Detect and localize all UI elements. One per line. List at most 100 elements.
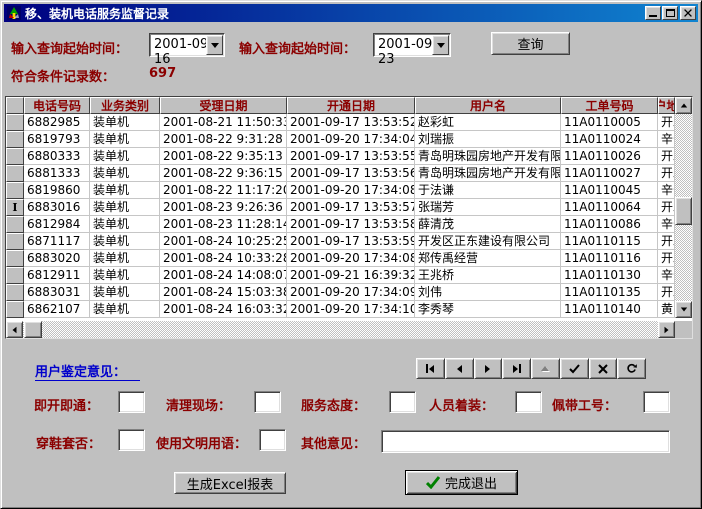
vertical-scrollbar[interactable] <box>675 97 692 318</box>
polite-language-input[interactable] <box>259 429 286 451</box>
cell-order_no[interactable]: 11A0110026 <box>561 148 658 165</box>
nav-next-button[interactable] <box>474 358 503 379</box>
cell-accept_date[interactable]: 2001-08-22 11:17:20 <box>160 182 287 199</box>
cell-accept_date[interactable]: 2001-08-22 9:31:28 <box>160 131 287 148</box>
cell-open_date[interactable]: 2001-09-17 13:53:58 <box>287 216 415 233</box>
cell-user[interactable]: 赵彩虹 <box>415 114 561 131</box>
cell-order_no[interactable]: 11A0110045 <box>561 182 658 199</box>
cell-order_no[interactable]: 11A0110130 <box>561 267 658 284</box>
cell-user[interactable]: 王兆桥 <box>415 267 561 284</box>
cell-area[interactable]: 开发 <box>658 233 675 250</box>
end-date-dropdown-button[interactable] <box>432 35 449 55</box>
cell-area[interactable]: 辛安 <box>658 267 675 284</box>
user-appraisal-link[interactable]: 用户鉴定意见： <box>35 361 140 381</box>
dress-input[interactable] <box>515 391 542 413</box>
start-date-combobox[interactable]: 2001-09-16 <box>149 33 225 57</box>
cell-area[interactable]: 开发 <box>658 148 675 165</box>
cell-area[interactable]: 开发 <box>658 114 675 131</box>
cell-category[interactable]: 装单机 <box>90 216 160 233</box>
cell-category[interactable]: 装单机 <box>90 131 160 148</box>
scroll-up-button[interactable] <box>675 97 692 114</box>
cell-open_date[interactable]: 2001-09-17 13:53:59 <box>287 233 415 250</box>
cell-open_date[interactable]: 2001-09-17 13:53:52 <box>287 114 415 131</box>
cell-order_no[interactable]: 11A0110064 <box>561 199 658 216</box>
cell-phone[interactable]: 6812911 <box>24 267 90 284</box>
cell-phone[interactable]: 6819793 <box>24 131 90 148</box>
cell-user[interactable]: 青岛明珠园房地产开发有限 <box>415 148 561 165</box>
cell-area[interactable]: 开发 <box>658 284 675 301</box>
cell-area[interactable]: 开发 <box>658 165 675 182</box>
nav-post-button[interactable] <box>560 358 589 379</box>
other-comments-input[interactable] <box>381 430 670 453</box>
cell-user[interactable]: 张瑞芳 <box>415 199 561 216</box>
cell-category[interactable]: 装单机 <box>90 284 160 301</box>
shoe-cover-input[interactable] <box>118 429 145 451</box>
cell-phone[interactable]: 6819860 <box>24 182 90 199</box>
service-attitude-input[interactable] <box>389 391 416 413</box>
cell-open_date[interactable]: 2001-09-20 17:34:09 <box>287 284 415 301</box>
end-date-combobox[interactable]: 2001-09-23 <box>373 33 451 57</box>
minimize-button[interactable] <box>645 6 661 20</box>
instant-open-input[interactable] <box>118 391 145 413</box>
close-button[interactable] <box>680 6 696 20</box>
maximize-button[interactable] <box>662 6 678 20</box>
cell-user[interactable]: 开发区正东建设有限公司 <box>415 233 561 250</box>
cell-category[interactable]: 装单机 <box>90 148 160 165</box>
cell-area[interactable]: 辛安 <box>658 131 675 148</box>
cell-open_date[interactable]: 2001-09-20 17:34:08 <box>287 182 415 199</box>
cell-user[interactable]: 刘瑞振 <box>415 131 561 148</box>
cell-category[interactable]: 装单机 <box>90 165 160 182</box>
cell-category[interactable]: 装单机 <box>90 301 160 318</box>
cell-accept_date[interactable]: 2001-08-21 11:50:33 <box>160 114 287 131</box>
nav-cancel-button[interactable] <box>589 358 618 379</box>
cell-order_no[interactable]: 11A0110024 <box>561 131 658 148</box>
cell-phone[interactable]: 6862107 <box>24 301 90 318</box>
cell-area[interactable]: 开发 <box>658 250 675 267</box>
cell-user[interactable]: 青岛明珠园房地产开发有限 <box>415 165 561 182</box>
cell-area[interactable]: 黄岛 <box>658 301 675 318</box>
cell-area[interactable]: 开发 <box>658 199 675 216</box>
cell-category[interactable]: 装单机 <box>90 182 160 199</box>
cell-phone[interactable]: 6871117 <box>24 233 90 250</box>
cell-open_date[interactable]: 2001-09-17 13:53:56 <box>287 165 415 182</box>
start-date-dropdown-button[interactable] <box>206 35 223 55</box>
cell-area[interactable]: 辛安 <box>658 216 675 233</box>
cell-accept_date[interactable]: 2001-08-24 16:03:32 <box>160 301 287 318</box>
vertical-scroll-thumb[interactable] <box>675 197 692 225</box>
cell-category[interactable]: 装单机 <box>90 250 160 267</box>
cell-order_no[interactable]: 11A0110027 <box>561 165 658 182</box>
cell-order_no[interactable]: 11A0110135 <box>561 284 658 301</box>
generate-excel-button[interactable]: 生成Excel报表 <box>174 472 286 494</box>
cell-accept_date[interactable]: 2001-08-24 10:25:25 <box>160 233 287 250</box>
finish-exit-button[interactable]: 完成退出 <box>405 470 518 495</box>
nav-last-button[interactable] <box>502 358 531 379</box>
cell-order_no[interactable]: 11A0110140 <box>561 301 658 318</box>
cell-open_date[interactable]: 2001-09-20 17:34:10 <box>287 301 415 318</box>
cell-order_no[interactable]: 11A0110116 <box>561 250 658 267</box>
scroll-left-button[interactable] <box>6 321 23 338</box>
cell-accept_date[interactable]: 2001-08-23 11:28:14 <box>160 216 287 233</box>
cell-accept_date[interactable]: 2001-08-24 14:08:07 <box>160 267 287 284</box>
cell-order_no[interactable]: 11A0110005 <box>561 114 658 131</box>
cell-order_no[interactable]: 11A0110115 <box>561 233 658 250</box>
nav-first-button[interactable] <box>416 358 445 379</box>
clean-site-input[interactable] <box>254 391 281 413</box>
cell-accept_date[interactable]: 2001-08-24 10:33:28 <box>160 250 287 267</box>
cell-phone[interactable]: 6880333 <box>24 148 90 165</box>
nav-prior-button[interactable] <box>445 358 474 379</box>
cell-phone[interactable]: 6812984 <box>24 216 90 233</box>
cell-accept_date[interactable]: 2001-08-24 15:03:38 <box>160 284 287 301</box>
cell-accept_date[interactable]: 2001-08-23 9:26:36 <box>160 199 287 216</box>
cell-area[interactable]: 辛安 <box>658 182 675 199</box>
cell-phone[interactable]: 6883016 <box>24 199 90 216</box>
scroll-down-button[interactable] <box>675 301 692 318</box>
cell-open_date[interactable]: 2001-09-20 17:34:08 <box>287 250 415 267</box>
cell-phone[interactable]: 6882985 <box>24 114 90 131</box>
cell-user[interactable]: 郑传禹经营 <box>415 250 561 267</box>
cell-category[interactable]: 装单机 <box>90 233 160 250</box>
cell-phone[interactable]: 6881333 <box>24 165 90 182</box>
cell-accept_date[interactable]: 2001-08-22 9:36:15 <box>160 165 287 182</box>
cell-category[interactable]: 装单机 <box>90 114 160 131</box>
nav-refresh-button[interactable] <box>617 358 646 379</box>
cell-order_no[interactable]: 11A0110086 <box>561 216 658 233</box>
